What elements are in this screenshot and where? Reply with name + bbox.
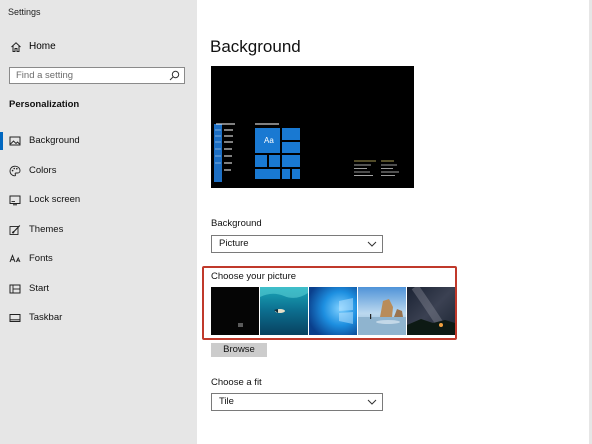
lock-screen-icon: [9, 195, 21, 206]
night-sky-picture-image: [407, 287, 455, 335]
brush-icon: [9, 225, 21, 235]
windows-blue-picture-image: [309, 287, 357, 335]
preview-graphic: [211, 66, 414, 188]
search-placeholder: Find a setting: [16, 70, 74, 81]
sidebar-item-label: Themes: [29, 224, 64, 235]
background-dropdown-value: Picture: [219, 238, 249, 249]
beach-rocks-picture-image: [358, 287, 406, 335]
picture-icon: [9, 136, 21, 146]
sidebar-item-label: Fonts: [29, 253, 53, 264]
main-panel: Background Aa Background Picture Choose …: [197, 0, 592, 444]
sidebar: Settings Home Find a setting Personaliza…: [0, 0, 197, 444]
fit-dropdown[interactable]: Tile: [211, 393, 383, 411]
sidebar-item-label: Taskbar: [29, 312, 63, 323]
picture-thumb-windows-blue[interactable]: [309, 287, 357, 335]
page-title: Background: [210, 37, 301, 56]
taskbar-icon: [9, 314, 21, 322]
chevron-down-icon: [367, 241, 377, 247]
sidebar-item-background[interactable]: Background: [0, 130, 197, 152]
start-icon: [9, 284, 21, 294]
sidebar-item-label: Colors: [29, 165, 57, 176]
dark-picture-image: [211, 287, 259, 335]
picture-thumb-dark[interactable]: [211, 287, 259, 335]
choose-picture-label: Choose your picture: [211, 271, 297, 282]
home-icon: [11, 42, 21, 52]
sidebar-item-start[interactable]: Start: [0, 278, 197, 300]
search-icon: [169, 70, 180, 81]
sidebar-item-lock-screen[interactable]: Lock screen: [0, 189, 197, 211]
desktop-preview: Aa: [211, 66, 414, 188]
picture-thumb-night-sky[interactable]: [407, 287, 455, 335]
app-title: Settings: [8, 7, 41, 17]
sidebar-item-label: Lock screen: [29, 194, 81, 205]
browse-button[interactable]: Browse: [211, 343, 267, 357]
background-dropdown[interactable]: Picture: [211, 235, 383, 253]
sidebar-item-label: Start: [29, 283, 50, 294]
sidebar-item-themes[interactable]: Themes: [0, 219, 197, 241]
sidebar-item-label: Background: [29, 135, 80, 146]
sidebar-item-fonts[interactable]: Fonts: [0, 248, 197, 270]
preview-tile-text: Aa: [264, 136, 274, 145]
picture-thumb-underwater[interactable]: [260, 287, 308, 335]
nav-home[interactable]: Home: [0, 38, 197, 58]
background-label: Background: [211, 218, 262, 229]
chevron-down-icon: [367, 399, 377, 405]
section-title: Personalization: [9, 99, 80, 110]
sidebar-item-colors[interactable]: Colors: [0, 160, 197, 182]
fit-label: Choose a fit: [211, 377, 262, 388]
fonts-icon: [9, 254, 21, 263]
fit-dropdown-value: Tile: [219, 396, 234, 407]
picture-thumb-beach-rocks[interactable]: [358, 287, 406, 335]
sidebar-item-taskbar[interactable]: Taskbar: [0, 307, 197, 329]
palette-icon: [9, 165, 21, 177]
home-label: Home: [29, 41, 56, 52]
underwater-picture-image: [260, 287, 308, 335]
search-input[interactable]: Find a setting: [9, 67, 185, 84]
